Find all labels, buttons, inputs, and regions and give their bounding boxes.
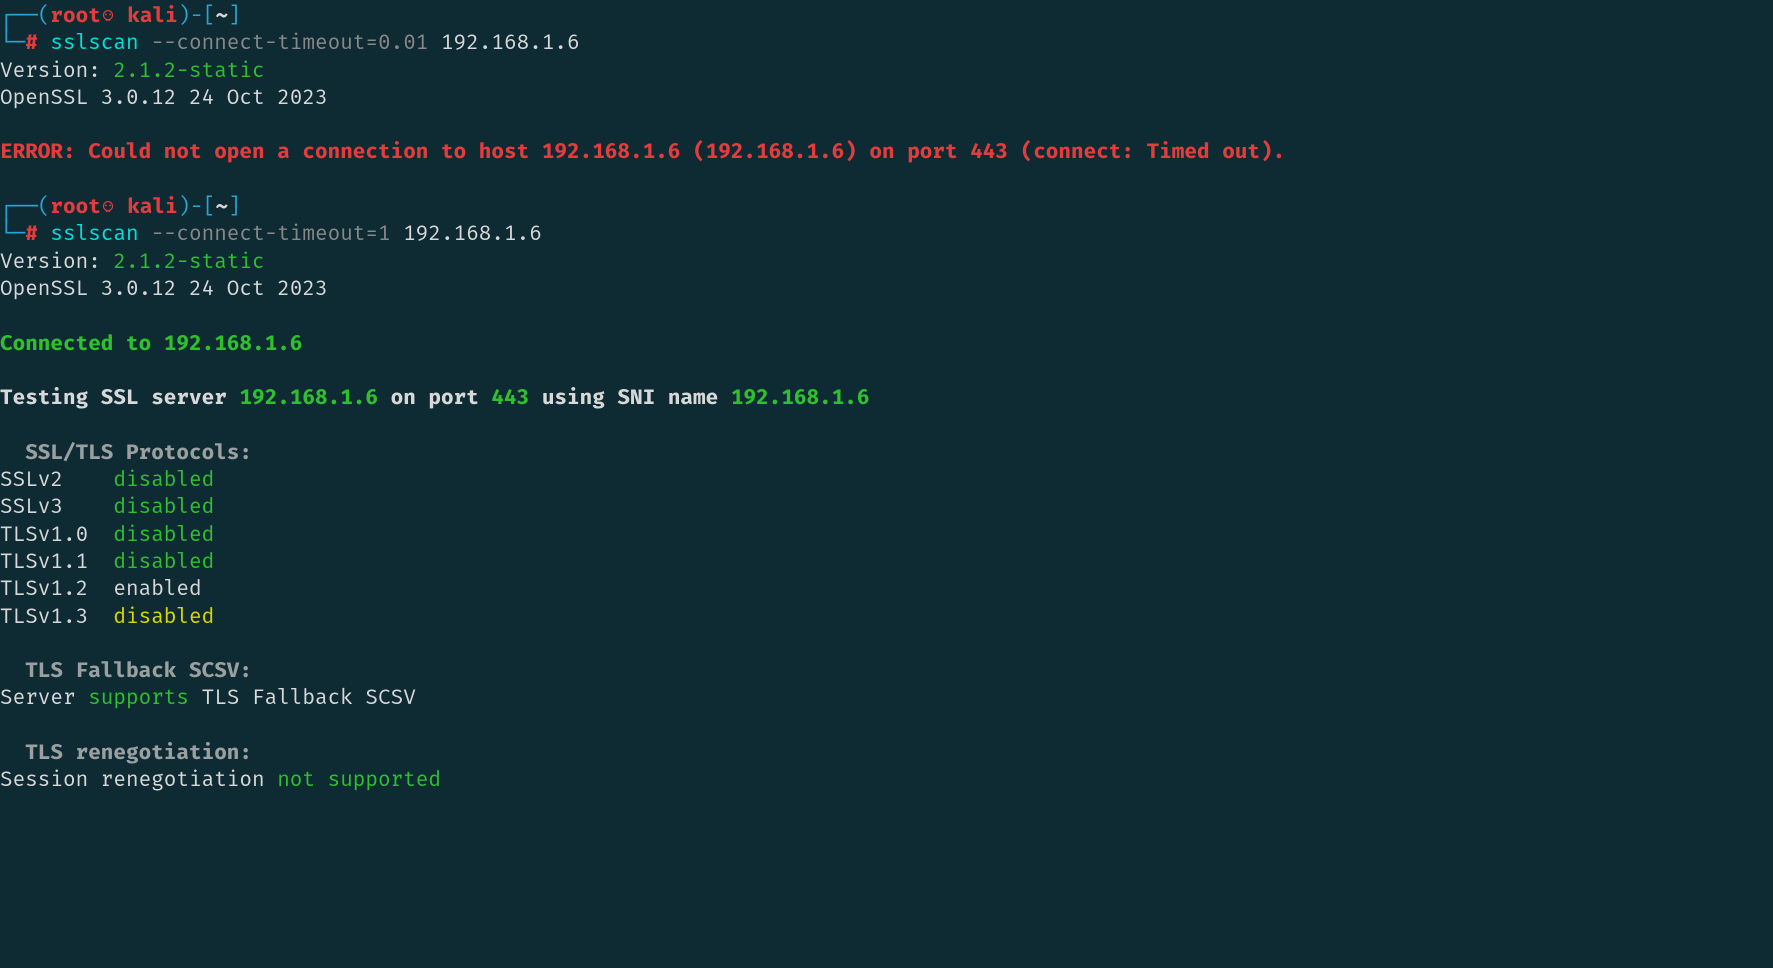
prompt-host: kali xyxy=(115,2,178,28)
command-name: sslscan xyxy=(50,220,138,246)
version-line: Version: 2.1.2-static xyxy=(0,57,1773,84)
protocol-name: TLSv1.2 xyxy=(0,575,113,601)
protocol-name: TLSv1.1 xyxy=(0,548,113,574)
prompt-user: root xyxy=(50,193,100,219)
protocol-status: disabled xyxy=(113,521,214,547)
prompt-hash: # xyxy=(25,220,50,246)
prompt-hash: # xyxy=(25,29,50,55)
fallback-header: TLS Fallback SCSV: xyxy=(0,657,252,683)
testing-line: Testing SSL server 192.168.1.6 on port 4… xyxy=(0,384,1773,411)
protocol-status: disabled xyxy=(113,466,214,492)
prompt-path: ~ xyxy=(215,193,228,219)
prompt-path: ~ xyxy=(215,2,228,28)
reneg-line: Session renegotiation not supported xyxy=(0,766,1773,793)
openssl-line: OpenSSL 3.0.12 24 Oct 2023 xyxy=(0,275,328,301)
terminal-output[interactable]: ┌──(root kali)-[~]└─# sslscan --connect-… xyxy=(0,0,1773,794)
prompt-line-cmd: └─# sslscan --connect-timeout=0.01 192.1… xyxy=(0,29,1773,56)
protocol-status: disabled xyxy=(113,548,214,574)
protocol-row: SSLv3 disabled xyxy=(0,493,1773,520)
connected-line: Connected to 192.168.1.6 xyxy=(0,330,302,356)
reneg-header: TLS renegotiation: xyxy=(0,739,252,765)
command-args: --connect-timeout=1 xyxy=(139,220,391,246)
command-args: --connect-timeout=0.01 xyxy=(139,29,429,55)
protocol-status: disabled xyxy=(113,603,214,629)
protocol-name: TLSv1.3 xyxy=(0,603,113,629)
openssl-line: OpenSSL 3.0.12 24 Oct 2023 xyxy=(0,84,328,110)
prompt-user: root xyxy=(50,2,100,28)
error-line: ERROR: Could not open a connection to ho… xyxy=(0,138,1773,165)
prompt-line-top: ┌──(root kali)-[~] xyxy=(0,193,1773,220)
skull-icon xyxy=(101,194,115,221)
prompt-host: kali xyxy=(115,193,178,219)
protocol-row: TLSv1.0 disabled xyxy=(0,521,1773,548)
protocol-row: TLSv1.1 disabled xyxy=(0,548,1773,575)
command-name: sslscan xyxy=(50,29,138,55)
command-target: 192.168.1.6 xyxy=(391,220,542,246)
protocol-status: enabled xyxy=(113,575,201,601)
command-target: 192.168.1.6 xyxy=(428,29,579,55)
skull-icon xyxy=(101,3,115,30)
protocol-row: SSLv2 disabled xyxy=(0,466,1773,493)
protocol-name: SSLv3 xyxy=(0,493,113,519)
protocol-row: TLSv1.3 disabled xyxy=(0,603,1773,630)
prompt-line-top: ┌──(root kali)-[~] xyxy=(0,2,1773,29)
fallback-line: Server supports TLS Fallback SCSV xyxy=(0,684,1773,711)
protocol-row: TLSv1.2 enabled xyxy=(0,575,1773,602)
protocol-status: disabled xyxy=(113,493,214,519)
protocols-header: SSL/TLS Protocols: xyxy=(0,439,252,465)
protocol-name: TLSv1.0 xyxy=(0,521,113,547)
version-line: Version: 2.1.2-static xyxy=(0,248,1773,275)
prompt-line-cmd: └─# sslscan --connect-timeout=1 192.168.… xyxy=(0,220,1773,247)
protocol-name: SSLv2 xyxy=(0,466,113,492)
